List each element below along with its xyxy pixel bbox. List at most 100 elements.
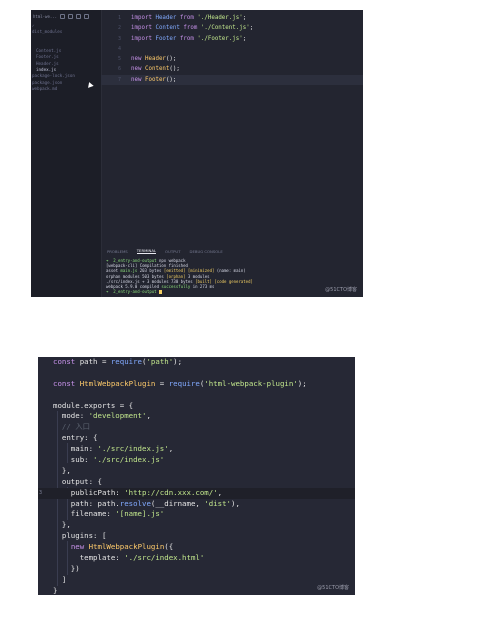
line-number: 5 — [117, 56, 121, 63]
code-token: }) — [53, 563, 80, 573]
code-token: resolve — [119, 498, 151, 508]
code-line: 3 import Footer from './Footer.js'; — [101, 34, 363, 44]
line-number: 6 — [117, 66, 121, 73]
terminal-cursor — [159, 290, 162, 295]
code-token: 'http://cdn.xxx.com/' — [124, 487, 218, 497]
code-token: mode: — [53, 411, 89, 421]
code-token: ; — [249, 25, 254, 32]
code-token: new — [131, 66, 142, 73]
code-token: ; — [242, 15, 247, 21]
code-token: new — [131, 56, 142, 63]
watermark: @51CTO博客 — [317, 585, 349, 591]
new-file-icon[interactable] — [60, 14, 66, 19]
code-token: successfully — [161, 284, 191, 290]
code-token: from — [179, 15, 194, 21]
code-token: (name: main) — [214, 268, 246, 274]
code-token: './Footer.js' — [197, 35, 243, 42]
line-number: 3 — [117, 35, 121, 42]
code-token: module.exports = { — [53, 400, 134, 410]
code-token: (__dirname, — [150, 498, 205, 508]
code-token: ), — [231, 498, 240, 508]
code-token: }, — [53, 520, 71, 530]
terminal-panel[interactable]: ➜ 2_entry-and-output npx webpack [webpack… — [106, 258, 359, 297]
tab-terminal[interactable]: TERMINAL — [136, 248, 157, 254]
code-token: Header — [144, 56, 166, 63]
code-token: filename: — [53, 509, 116, 519]
code-token: 'html-webpack-plugin' — [204, 378, 298, 388]
code-token: HtmlWebpackPlugin — [88, 542, 165, 552]
code-token: ({ — [164, 542, 174, 552]
code-line: sub: './src/index.js' — [38, 455, 355, 466]
code-token: ➜ 2_entry-and-output — [106, 289, 157, 295]
code-editor[interactable]: 1 import Header from './Header.js'; 2 impor… — [101, 10, 363, 246]
code-line: }, — [38, 466, 355, 477]
code-token: require — [168, 378, 200, 388]
tab-output[interactable]: OUTPUT — [165, 249, 180, 254]
code-token: const — [53, 357, 76, 366]
code-screenshot-webpack-config: const path = require('path'); const Html… — [38, 357, 355, 595]
code-line: 6 new Content(); — [101, 64, 363, 74]
code-token: ] — [53, 574, 67, 584]
tab-problems[interactable]: PROBLEMS — [107, 249, 128, 254]
code-token: plugins: [ — [53, 531, 107, 541]
code-line: }) — [38, 564, 355, 575]
code-token: Footer — [144, 76, 166, 83]
code-line: 2 import Content from './Content.js'; — [101, 23, 363, 33]
code-line: ] — [38, 575, 355, 586]
code-token: ); — [297, 378, 307, 388]
code-token: Content — [155, 25, 180, 32]
code-line: template: './src/index.html' — [38, 553, 355, 564]
terminal-line: ➜ 2_entry-and-output — [106, 289, 359, 295]
code-token: , — [217, 487, 223, 497]
code-token: main: — [53, 444, 98, 454]
code-token: path: path. — [53, 498, 120, 508]
collapse-all-icon[interactable] — [84, 14, 90, 19]
code-token: (); — [165, 56, 177, 63]
code-editor-config[interactable]: const path = require('path'); const Html… — [38, 357, 355, 595]
watermark: @51CTO博客 — [325, 287, 357, 293]
code-token: ; — [242, 35, 247, 42]
gutter-marker: 3 — [39, 489, 43, 496]
code-token: new — [131, 76, 142, 83]
code-token: './src/index.html' — [124, 553, 205, 563]
code-line: output: { — [38, 477, 355, 488]
code-line: main: './src/index.js', — [38, 444, 355, 455]
code-text: import Content from './Content.js'; — [131, 23, 253, 33]
code-token: Footer — [155, 35, 177, 42]
code-line: 5 new Header(); — [101, 54, 363, 64]
code-token: HtmlWebpackPlugin — [79, 378, 156, 388]
refresh-icon[interactable] — [76, 14, 82, 19]
code-text: new Content(); — [131, 64, 180, 74]
code-token: , — [146, 411, 151, 421]
code-token: './Content.js' — [200, 25, 250, 32]
code-token: template: — [53, 553, 125, 563]
tab-debug-console[interactable]: DEBUG CONSOLE — [190, 249, 223, 254]
code-token: publicPath: — [53, 487, 125, 497]
code-token: 'path' — [146, 357, 174, 366]
code-token: path = — [75, 357, 111, 366]
code-token: from — [183, 25, 198, 32]
code-token: , — [168, 444, 174, 454]
code-line: } — [38, 586, 355, 595]
code-line: const HtmlWebpackPlugin = require('html-… — [38, 379, 355, 390]
line-number: 7 — [117, 76, 121, 83]
code-token: in 273 ms — [190, 284, 215, 290]
line-number: 4 — [117, 45, 121, 52]
line-number: 2 — [117, 25, 121, 32]
new-folder-icon[interactable] — [68, 14, 74, 19]
code-line: 4 — [101, 44, 363, 54]
code-token: import — [131, 35, 152, 42]
code-token: 'development' — [88, 411, 147, 421]
code-token: 'dist' — [204, 498, 232, 508]
code-line: 1 import Header from './Header.js'; — [101, 13, 363, 23]
code-token: (); — [169, 66, 180, 73]
panel-tabs: PROBLEMS TERMINAL OUTPUT DEBUG CONSOLE — [101, 246, 363, 256]
code-token: require — [110, 357, 143, 366]
code-line: 7 new Footer(); — [101, 74, 363, 86]
code-line: new HtmlWebpackPlugin({ — [38, 542, 355, 553]
code-token: sub: — [53, 455, 94, 465]
code-token: }, — [53, 465, 71, 475]
code-token: import — [131, 15, 152, 21]
